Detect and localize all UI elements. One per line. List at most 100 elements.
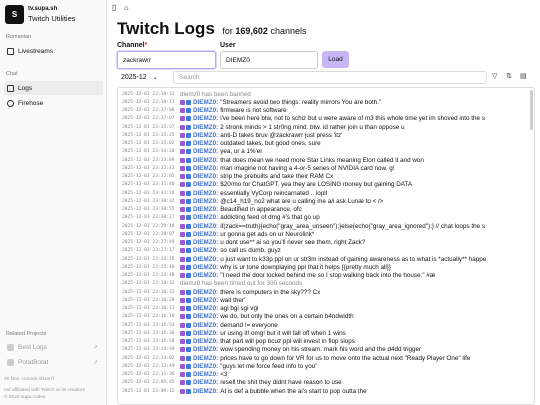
footer-commit[interactable]: 26 Nov, commit 4f1ee7f <box>4 377 54 383</box>
log-timestamp[interactable]: 2025-12-03 23:15:53 <box>122 323 180 328</box>
log-timestamp[interactable]: 2025-12-03 23:16:10 <box>122 314 180 319</box>
log-timestamp[interactable]: 2025-12-03 23:15:36 <box>122 331 180 336</box>
log-username[interactable]: DIEMZ0: <box>193 181 218 188</box>
log-username[interactable]: DIEMZ0: <box>193 330 218 337</box>
log-username[interactable]: DIEMZ0: <box>193 107 218 114</box>
log-timestamp[interactable]: 2025-12-03 23:35:02 <box>122 141 180 146</box>
log-username[interactable]: DIEMZ0: <box>193 173 218 180</box>
log-username[interactable]: DIEMZ0: <box>193 214 218 221</box>
channel-input[interactable]: zackrawrr <box>117 51 216 69</box>
sort-icon[interactable]: ⇅ <box>506 72 512 80</box>
theme-toggle-icon[interactable]: ☼ <box>122 3 129 12</box>
log-timestamp[interactable]: 2025-12-03 23:32:43 <box>122 166 180 171</box>
log-username[interactable]: DIEMZ0: <box>193 190 218 197</box>
log-timestamp[interactable]: 2025-12-03 23:26:18 <box>122 257 180 262</box>
log-scrollbar[interactable] <box>529 90 533 402</box>
sidebar-toggle-icon[interactable]: ▯ <box>112 3 116 12</box>
search-input[interactable]: Search <box>173 71 487 84</box>
log-username[interactable]: DIEMZ0: <box>193 140 218 147</box>
log-timestamp[interactable]: 2025-12-03 23:18:32 <box>122 281 180 286</box>
section-label-romanian: Romanian <box>6 34 32 40</box>
log-username[interactable]: DIEMZ0: <box>193 247 218 254</box>
sidebar-item-label: Firehose <box>18 99 44 107</box>
log-timestamp[interactable]: 2025-12-03 23:38:17 <box>122 100 180 105</box>
footer-copyright[interactable]: © 2025 supa.codes <box>4 395 45 401</box>
log-timestamp[interactable]: 2025-12-03 23:29:18 <box>122 224 180 229</box>
log-timestamp[interactable]: 2025-12-03 23:30:32 <box>122 199 180 204</box>
log-username[interactable]: DIEMZ0: <box>193 388 218 395</box>
log-timestamp[interactable]: 2025-12-03 23:14:39 <box>122 347 180 352</box>
log-timestamp[interactable]: 2025-12-03 23:30:55 <box>122 207 180 212</box>
log-timestamp[interactable]: 2025-12-03 23:15:20 <box>122 339 180 344</box>
log-username[interactable]: DIEMZ0: <box>193 338 218 345</box>
log-timestamp[interactable]: 2025-12-03 23:32:05 <box>122 174 180 179</box>
log-timestamp[interactable]: 2025-12-03 23:18:32 <box>122 290 180 295</box>
sidebar-item-logs[interactable]: Logs <box>4 81 103 95</box>
log-timestamp[interactable]: 2025-12-03 23:34:28 <box>122 149 180 154</box>
log-username[interactable]: DIEMZ0: <box>193 99 218 106</box>
log-timestamp[interactable]: 2025-12-03 23:35:57 <box>122 125 180 130</box>
log-timestamp[interactable]: 2025-12-03 23:27:17 <box>122 248 180 253</box>
log-username[interactable]: DIEMZ0: <box>193 355 218 362</box>
log-username[interactable]: DIEMZ0: <box>193 198 218 205</box>
log-timestamp[interactable]: 2025-12-03 23:09:12 <box>122 389 180 394</box>
log-timestamp[interactable]: 2025-12-03 23:38:33 <box>122 92 180 97</box>
log-timestamp[interactable]: 2025-12-03 23:31:40 <box>122 182 180 187</box>
log-username[interactable]: DIEMZ0: <box>193 264 218 271</box>
subscriber-badge-icon <box>180 273 185 279</box>
log-timestamp[interactable]: 2025-12-03 23:35:25 <box>122 133 180 138</box>
log-username[interactable]: DIEMZ0: <box>193 297 218 304</box>
log-username[interactable]: DIEMZ0: <box>193 239 218 246</box>
log-timestamp[interactable]: 2025-12-03 23:30:27 <box>122 215 180 220</box>
log-timestamp[interactable]: 2025-12-03 23:37:07 <box>122 116 180 121</box>
project-item-potatbotat[interactable]: PotatBotat ↗ <box>4 356 103 369</box>
log-username[interactable]: DIEMZ0: <box>193 206 218 213</box>
log-timestamp[interactable]: 2025-12-03 23:18:13 <box>122 306 180 311</box>
log-username[interactable]: DIEMZ0: <box>193 231 218 238</box>
log-timestamp[interactable]: 2025-12-03 23:14:02 <box>122 356 180 361</box>
log-timestamp[interactable]: 2025-12-03 23:25:40 <box>122 265 180 270</box>
log-username[interactable]: DIEMZ0: <box>193 322 218 329</box>
chat-badge-icon <box>186 132 191 138</box>
log-username[interactable]: DIEMZ0: <box>193 313 218 320</box>
log-username[interactable]: DIEMZ0: <box>193 346 218 353</box>
log-username[interactable]: DIEMZ0: <box>193 379 218 386</box>
log-username[interactable]: DIEMZ0: <box>193 272 218 279</box>
log-timestamp[interactable]: 2025-12-03 23:09:45 <box>122 380 180 385</box>
log-timestamp[interactable]: 2025-12-03 23:31:28 <box>122 191 180 196</box>
load-button[interactable]: Load <box>322 51 349 68</box>
log-username[interactable]: DIEMZ0: <box>193 115 218 122</box>
log-username[interactable]: DIEMZ0: <box>193 305 218 312</box>
log-username[interactable]: DIEMZ0: <box>193 148 218 155</box>
date-select[interactable]: 2025-12 ⌄ <box>117 71 169 84</box>
sidebar-item-firehose[interactable]: Firehose <box>4 96 103 110</box>
log-username[interactable]: DIEMZ0: <box>193 289 218 296</box>
download-icon[interactable]: ▤ <box>520 72 527 80</box>
log-row: 2025-12-03 23:27:17 DIEMZ0: so call us dum… <box>122 247 524 255</box>
log-username[interactable]: DIEMZ0: <box>193 363 218 370</box>
log-username[interactable]: DIEMZ0: <box>193 157 218 164</box>
best-logs-icon <box>7 344 14 351</box>
brand[interactable]: S tv.supa.sh Twitch Utilities <box>5 5 76 24</box>
log-timestamp[interactable]: 2025-12-03 23:18:28 <box>122 298 180 303</box>
log-timestamp[interactable]: 2025-12-03 23:24:48 <box>122 273 180 278</box>
log-username[interactable]: DIEMZ0: <box>193 256 218 263</box>
sidebar-item-livestreams[interactable]: Livestreams <box>4 44 103 58</box>
user-input[interactable]: DIEMZ0 <box>220 51 318 69</box>
log-username[interactable]: DIEMZ0: <box>193 132 218 139</box>
channel-label: Channel* <box>117 42 148 49</box>
filter-icon[interactable]: ▽ <box>492 72 497 80</box>
log-username[interactable]: DIEMZ0: <box>193 371 218 378</box>
log-timestamp[interactable]: 2025-12-03 23:27:49 <box>122 240 180 245</box>
log-timestamp[interactable]: 2025-12-03 23:28:07 <box>122 232 180 237</box>
log-row: 2025-12-03 23:14:39 DIEMZ0: wow spending m… <box>122 346 524 354</box>
scrollbar-thumb[interactable] <box>530 90 533 130</box>
log-timestamp[interactable]: 2025-12-03 23:33:09 <box>122 158 180 163</box>
log-timestamp[interactable]: 2025-12-03 23:12:49 <box>122 364 180 369</box>
log-timestamp[interactable]: 2025-12-03 23:11:36 <box>122 372 180 377</box>
log-username[interactable]: DIEMZ0: <box>193 165 218 172</box>
log-timestamp[interactable]: 2025-12-03 23:37:08 <box>122 108 180 113</box>
log-username[interactable]: DIEMZ0: <box>193 124 218 131</box>
project-item-best-logs[interactable]: Best Logs ↗ <box>4 341 103 354</box>
log-username[interactable]: DIEMZ0: <box>193 223 218 230</box>
